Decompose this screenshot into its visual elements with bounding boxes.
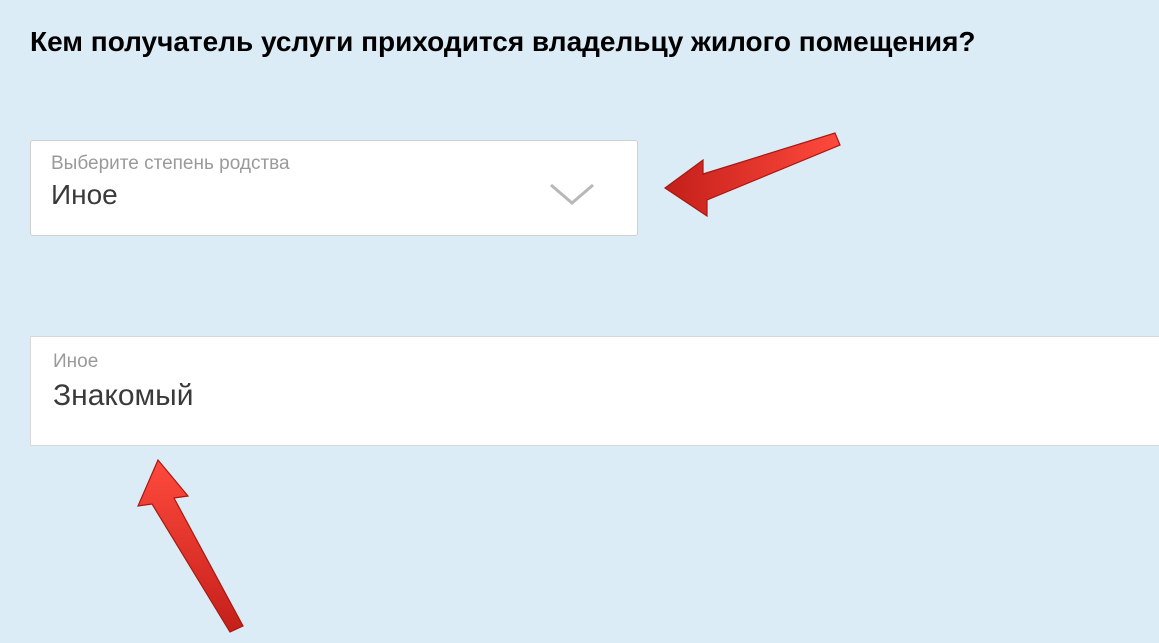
relationship-select-label: Выберите степень родства: [51, 153, 617, 175]
relationship-select-value: Иное: [51, 179, 617, 211]
other-relationship-input[interactable]: Иное Знакомый: [30, 336, 1159, 446]
annotation-arrow-icon: [655, 120, 855, 250]
chevron-down-icon: [547, 179, 597, 214]
relationship-select[interactable]: Выберите степень родства Иное: [30, 140, 638, 236]
other-relationship-value: Знакомый: [53, 379, 1139, 413]
annotation-arrow-icon: [128, 448, 278, 643]
other-relationship-label: Иное: [53, 351, 1139, 373]
section-heading: Кем получатель услуги приходится владель…: [30, 26, 976, 58]
